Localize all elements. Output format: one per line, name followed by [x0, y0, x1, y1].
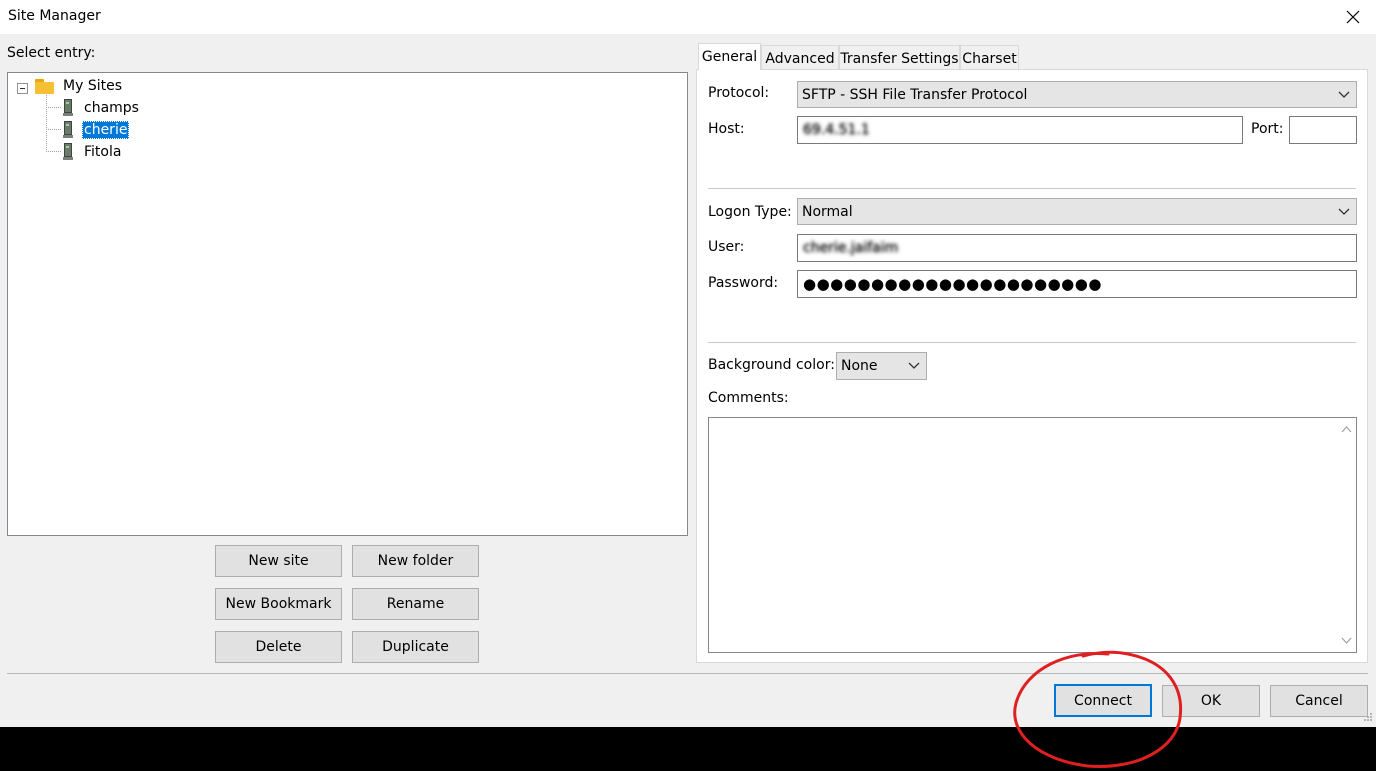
resize-grip-icon[interactable] [1363, 712, 1373, 724]
rename-button[interactable]: Rename [352, 588, 479, 620]
tree-item-my-sites[interactable]: My Sites [35, 75, 124, 97]
window-title: Site Manager [8, 8, 101, 24]
site-tree[interactable]: My Sites champs cherie Fitola [7, 72, 688, 536]
new-bookmark-button[interactable]: New Bookmark [215, 588, 342, 620]
tree-item-cherie[interactable]: cherie [63, 119, 130, 141]
server-icon [63, 99, 73, 117]
password-input[interactable]: ●●●●●●●●●●●●●●●●●●●●●● [797, 270, 1357, 298]
footer-separator [7, 673, 1368, 674]
tab-charset[interactable]: Charset [960, 45, 1019, 71]
tab-transfer-settings[interactable]: Transfer Settings [839, 45, 960, 71]
delete-button[interactable]: Delete [215, 631, 342, 663]
host-value: 69.4.51.1 [803, 122, 870, 138]
cancel-button[interactable]: Cancel [1270, 685, 1368, 717]
close-icon [1346, 10, 1360, 24]
background-color-value: None [841, 358, 878, 374]
tab-advanced[interactable]: Advanced [761, 45, 839, 71]
scroll-up-icon[interactable] [1341, 425, 1352, 433]
chevron-down-icon [1338, 91, 1350, 98]
logon-type-label: Logon Type: [708, 204, 792, 220]
folder-icon [35, 78, 54, 94]
password-label: Password: [708, 275, 779, 291]
background-color-select[interactable]: None [836, 352, 927, 380]
server-icon [63, 143, 73, 161]
new-folder-button[interactable]: New folder [352, 545, 479, 577]
server-icon [63, 121, 73, 139]
user-input[interactable]: cherie.jaifaim [797, 234, 1357, 262]
protocol-value: SFTP - SSH File Transfer Protocol [802, 86, 1028, 103]
protocol-label: Protocol: [708, 85, 770, 101]
port-input[interactable] [1289, 116, 1357, 144]
comments-label: Comments: [708, 390, 789, 406]
background-color-label: Background color: [708, 357, 835, 373]
user-value: cherie.jaifaim [803, 240, 899, 256]
comments-scrollbar[interactable] [1338, 419, 1355, 651]
host-input[interactable]: 69.4.51.1 [797, 116, 1243, 144]
scroll-down-icon[interactable] [1341, 637, 1352, 645]
collapse-toggle[interactable] [17, 83, 28, 94]
site-manager-window: Site Manager Select entry: My Sites cham… [0, 0, 1376, 727]
tree-item-fitola[interactable]: Fitola [63, 141, 123, 163]
tree-item-label: cherie [82, 121, 130, 139]
separator [708, 188, 1356, 189]
logon-type-select[interactable]: Normal [797, 198, 1357, 225]
chevron-down-icon [908, 362, 920, 369]
protocol-select[interactable]: SFTP - SSH File Transfer Protocol [797, 81, 1357, 108]
password-value: ●●●●●●●●●●●●●●●●●●●●●● [803, 275, 1102, 293]
connect-button[interactable]: Connect [1054, 684, 1152, 717]
duplicate-button[interactable]: Duplicate [352, 631, 479, 663]
chevron-down-icon [1338, 208, 1350, 215]
port-label: Port: [1251, 121, 1284, 137]
new-site-button[interactable]: New site [215, 545, 342, 577]
tree-item-label: My Sites [63, 78, 122, 94]
title-bar: Site Manager [0, 0, 1376, 34]
close-button[interactable] [1330, 0, 1376, 34]
host-label: Host: [708, 121, 745, 137]
tree-item-label: champs [84, 100, 139, 116]
separator [708, 342, 1356, 343]
tree-item-champs[interactable]: champs [63, 97, 141, 119]
tab-general[interactable]: General [698, 43, 761, 70]
logon-type-value: Normal [802, 203, 853, 220]
tree-item-label: Fitola [84, 144, 122, 160]
select-entry-label: Select entry: [7, 45, 96, 61]
ok-button[interactable]: OK [1162, 685, 1260, 717]
comments-textarea[interactable] [708, 417, 1357, 653]
user-label: User: [708, 239, 745, 255]
